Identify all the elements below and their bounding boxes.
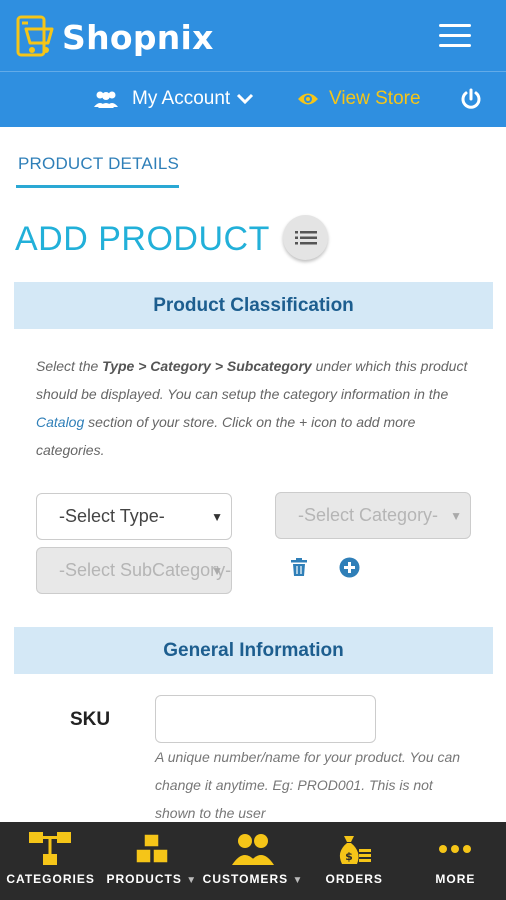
svg-text:$: $ bbox=[345, 850, 353, 863]
eye-icon bbox=[298, 93, 318, 105]
nav-categories-label: CATEGORIES bbox=[6, 872, 95, 886]
nav-customers[interactable]: CUSTOMERS ▼ bbox=[202, 822, 303, 900]
nav-products-text: PRODUCTS bbox=[106, 872, 182, 886]
sku-label: SKU bbox=[70, 709, 111, 730]
users-icon bbox=[232, 834, 274, 865]
sku-input[interactable] bbox=[155, 695, 376, 743]
chevron-down-icon bbox=[237, 93, 254, 105]
general-information-heading: General Information bbox=[14, 627, 493, 674]
sku-help-text: A unique number/name for your product. Y… bbox=[155, 749, 461, 821]
bottom-navigation: CATEGORIES PRODUCTS ▼ CUSTOMERS ▼ $ ORDE… bbox=[0, 822, 506, 900]
desc-text-1: Select the bbox=[36, 358, 103, 374]
catalog-link[interactable]: Catalog bbox=[36, 414, 84, 430]
top-header: Shopnix My Account View Store bbox=[0, 0, 506, 127]
caret-down-icon: ▼ bbox=[292, 875, 304, 886]
dropdown-arrow-icon: ▼ bbox=[211, 510, 223, 524]
brand-row: Shopnix bbox=[0, 0, 506, 72]
nav-products-label: PRODUCTS ▼ bbox=[107, 872, 198, 886]
nav-customers-text: CUSTOMERS bbox=[202, 872, 289, 886]
nav-customers-label: CUSTOMERS ▼ bbox=[203, 872, 304, 886]
nav-categories[interactable]: CATEGORIES bbox=[0, 822, 101, 900]
view-store-label: View Store bbox=[329, 88, 421, 109]
nav-orders-label: ORDERS bbox=[325, 872, 383, 886]
list-icon bbox=[294, 230, 317, 244]
category-select: -Select Category- ▼ bbox=[275, 492, 471, 539]
subcategory-select-value: -Select SubCategory- bbox=[59, 560, 232, 580]
add-category-icon[interactable] bbox=[339, 557, 360, 578]
shopnix-logo-icon[interactable] bbox=[16, 15, 58, 59]
product-list-button[interactable] bbox=[283, 215, 328, 260]
type-select-value: -Select Type- bbox=[59, 506, 165, 526]
money-bag-icon: $ bbox=[340, 836, 372, 864]
hamburger-menu-icon[interactable] bbox=[439, 24, 471, 48]
view-store-link[interactable]: View Store bbox=[297, 88, 421, 110]
power-logout-icon[interactable] bbox=[460, 88, 482, 110]
my-account-dropdown[interactable]: My Account bbox=[92, 88, 266, 110]
caret-down-icon: ▼ bbox=[186, 875, 198, 886]
nav-orders[interactable]: $ ORDERS bbox=[304, 822, 405, 900]
dropdown-arrow-icon: ▼ bbox=[211, 564, 223, 578]
dropdown-arrow-icon: ▼ bbox=[450, 509, 462, 523]
my-account-label: My Account bbox=[132, 88, 231, 109]
more-dots-icon bbox=[439, 845, 472, 853]
page-title: ADD PRODUCT bbox=[15, 220, 270, 258]
nav-products[interactable]: PRODUCTS ▼ bbox=[101, 822, 202, 900]
users-icon bbox=[94, 91, 118, 108]
active-tab-indicator bbox=[16, 185, 179, 188]
classification-description: Select the Type > Category > Subcategory… bbox=[36, 352, 476, 464]
trash-icon[interactable] bbox=[290, 558, 308, 576]
tab-product-details[interactable]: PRODUCT DETAILS bbox=[18, 154, 179, 174]
account-row: My Account View Store bbox=[0, 72, 506, 127]
subcategory-select: -Select SubCategory- ▼ bbox=[36, 547, 232, 594]
desc-text-3: section of your store. Click on the + ic… bbox=[36, 414, 416, 458]
desc-type-path: Type > Category > Subcategory bbox=[102, 358, 312, 374]
nav-more[interactable]: MORE bbox=[405, 822, 506, 900]
nav-more-label: MORE bbox=[435, 872, 476, 886]
sitemap-icon bbox=[28, 832, 71, 865]
cubes-icon bbox=[135, 833, 169, 864]
product-classification-heading: Product Classification bbox=[14, 282, 493, 329]
category-select-value: -Select Category- bbox=[298, 505, 439, 525]
type-select[interactable]: -Select Type- ▼ bbox=[36, 493, 232, 540]
brand-name: Shopnix bbox=[62, 18, 214, 57]
